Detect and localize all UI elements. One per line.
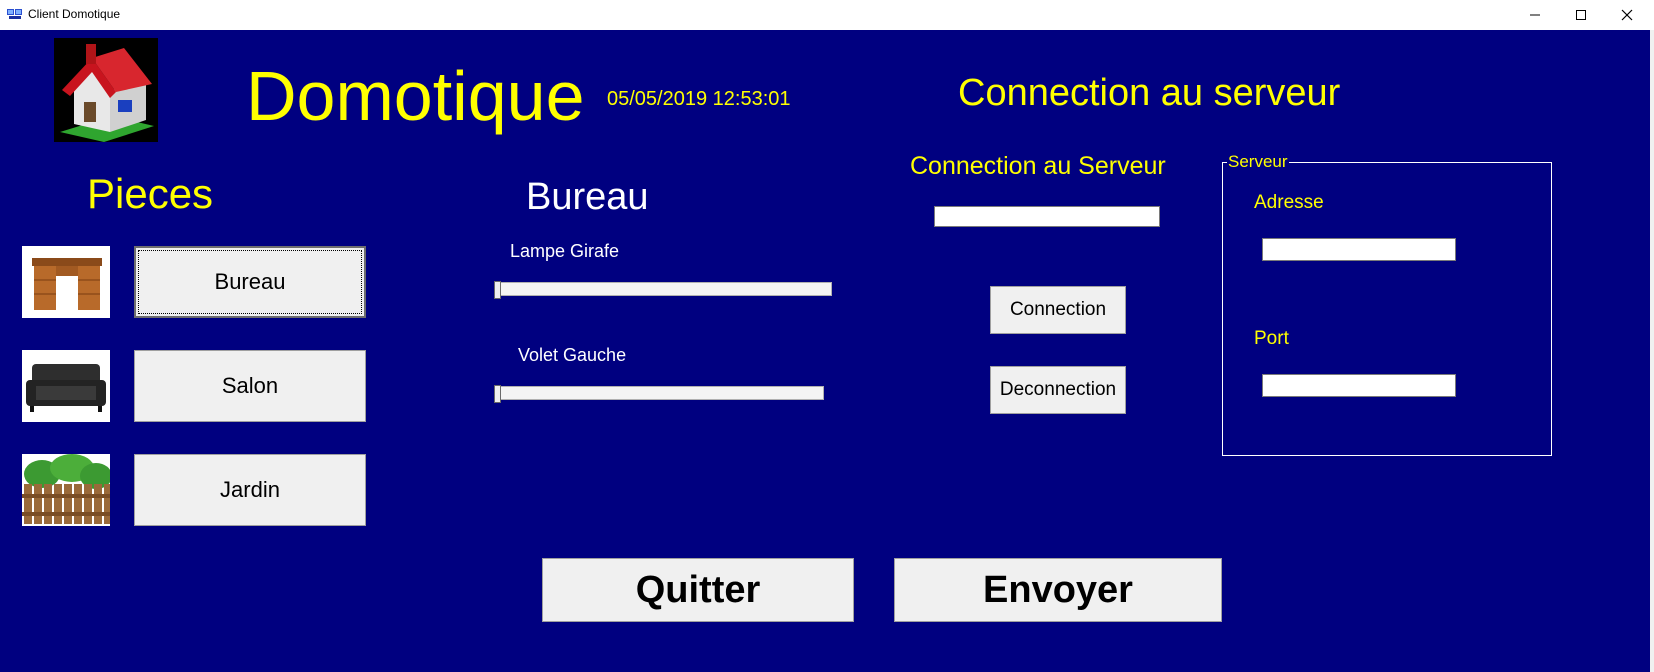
slider-thumb[interactable]: [494, 385, 501, 403]
send-button[interactable]: Envoyer: [894, 558, 1222, 622]
close-icon: [1621, 9, 1633, 21]
control-label-lampe-girafe: Lampe Girafe: [510, 241, 620, 261]
server-group-label: Serveur: [1228, 152, 1288, 171]
rooms-heading: Pieces: [87, 170, 214, 217]
window-titlebar: Client Domotique: [0, 0, 1654, 31]
server-section-title: Connection au serveur: [958, 72, 1341, 114]
house-logo-icon: [54, 38, 158, 142]
room-button-salon[interactable]: Salon: [134, 350, 366, 422]
connect-button[interactable]: Connection: [990, 286, 1126, 334]
selected-room-title: Bureau: [526, 176, 649, 218]
room-thumbnail-jardin: [22, 454, 110, 526]
port-field[interactable]: [1262, 374, 1456, 397]
room-button-bureau[interactable]: Bureau: [134, 246, 366, 318]
slider-thumb[interactable]: [494, 281, 501, 299]
room-button-jardin[interactable]: Jardin: [134, 454, 366, 526]
datetime-label: 05/05/2019 12:53:01: [607, 88, 791, 110]
garden-fence-icon: [22, 454, 110, 524]
slider-volet-gauche[interactable]: [494, 385, 824, 403]
app-icon: [7, 9, 22, 19]
maximize-icon: [1576, 10, 1586, 20]
sofa-icon: [26, 364, 106, 412]
room-thumbnail-salon: [22, 350, 110, 422]
desk-icon: [32, 258, 102, 310]
address-label: Adresse: [1254, 192, 1324, 213]
room-thumbnail-bureau: [22, 246, 110, 318]
port-label: Port: [1254, 328, 1289, 349]
window-title: Client Domotique: [28, 7, 121, 21]
control-label-volet-gauche: Volet Gauche: [518, 345, 627, 365]
slider-lampe-girafe[interactable]: [494, 281, 832, 299]
quit-button[interactable]: Quitter: [542, 558, 854, 622]
minimize-icon: [1530, 14, 1540, 16]
address-field[interactable]: [1262, 238, 1456, 261]
disconnect-button[interactable]: Deconnection: [990, 366, 1126, 414]
window-border: [1650, 30, 1654, 672]
connection-label: Connection au Serveur: [910, 152, 1166, 180]
connection-status-field[interactable]: [934, 206, 1160, 227]
close-button[interactable]: [1604, 0, 1650, 30]
app-title: Domotique: [246, 57, 585, 135]
minimize-button[interactable]: [1512, 0, 1558, 30]
maximize-button[interactable]: [1558, 0, 1604, 30]
